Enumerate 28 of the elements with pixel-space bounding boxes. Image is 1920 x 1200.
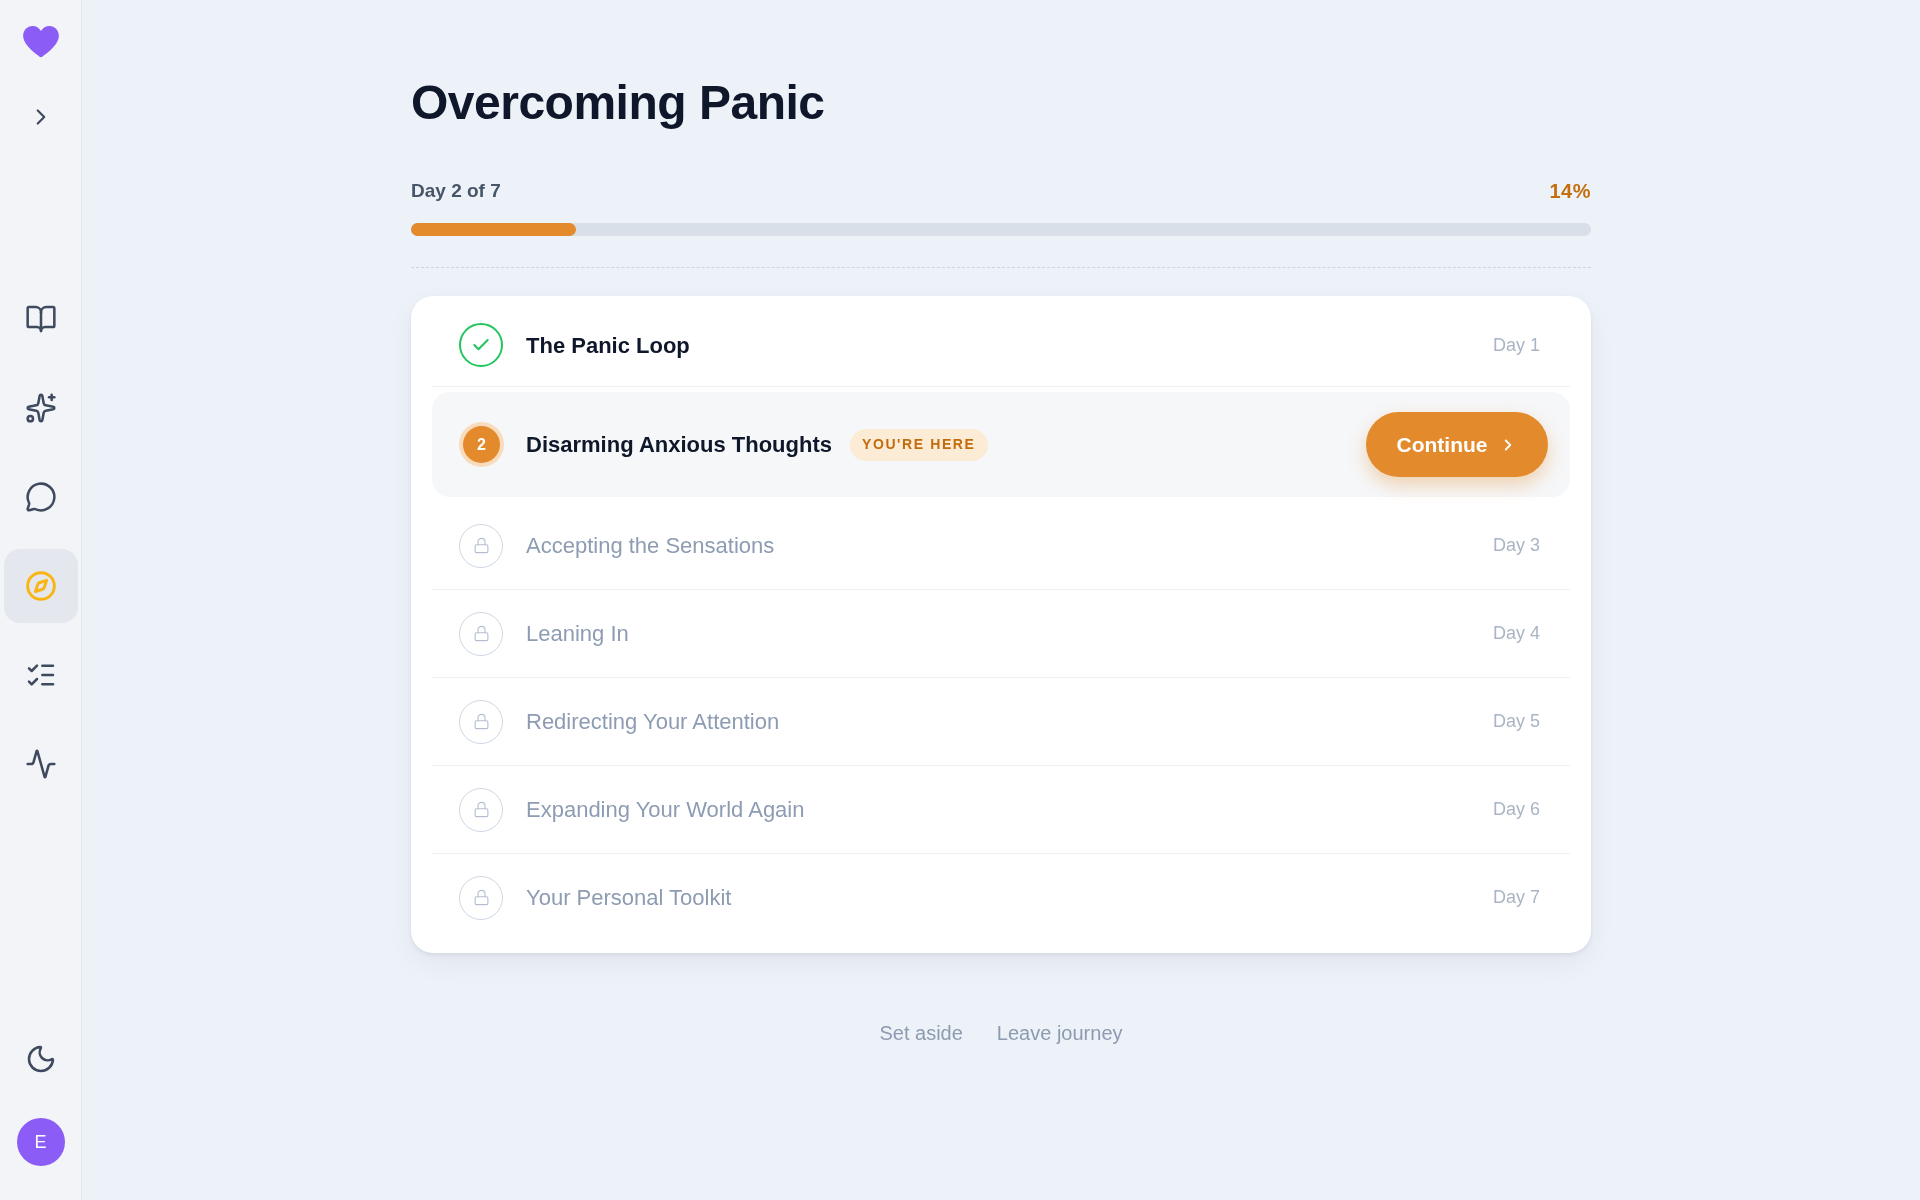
user-avatar[interactable]: E: [16, 1118, 65, 1166]
lesson-title: Redirecting Your Attention: [526, 708, 780, 736]
day-label: Day 1: [1492, 333, 1540, 357]
journey-title: Overcoming Panic: [411, 75, 826, 131]
status-badge: YOU'RE HERE: [850, 428, 988, 461]
footer-link[interactable]: Set aside: [879, 1019, 963, 1047]
heart-logo-icon: [22, 26, 59, 58]
day-label: Day 6: [1492, 798, 1540, 821]
sparkles-icon: [24, 392, 57, 424]
progress-percent: 14%: [1549, 179, 1591, 203]
lesson-title: Accepting the Sensations: [526, 532, 775, 560]
lesson-title: Expanding Your World Again: [526, 796, 805, 824]
lesson-title: Leaning In: [526, 620, 629, 648]
step-number: 2: [459, 422, 504, 467]
day-label: Day 5: [1492, 710, 1540, 733]
day-label: Day 7: [1492, 886, 1540, 909]
pulse-line-icon: [24, 748, 57, 780]
book-open-icon: [24, 303, 57, 335]
day-label: Day 3: [1492, 534, 1540, 557]
progress-label: Day 2 of 7: [411, 179, 501, 203]
chat-bubble-icon: [24, 481, 57, 513]
continue-button[interactable]: Continue: [1366, 412, 1548, 477]
footer-link[interactable]: Leave journey: [996, 1019, 1123, 1047]
lesson-title: Disarming Anxious Thoughts: [526, 431, 832, 459]
compass-icon: [24, 570, 57, 602]
lesson-title: Your Personal Toolkit: [526, 884, 732, 912]
lesson-title: The Panic Loop: [526, 331, 690, 360]
day-label: Day 4: [1492, 622, 1540, 645]
